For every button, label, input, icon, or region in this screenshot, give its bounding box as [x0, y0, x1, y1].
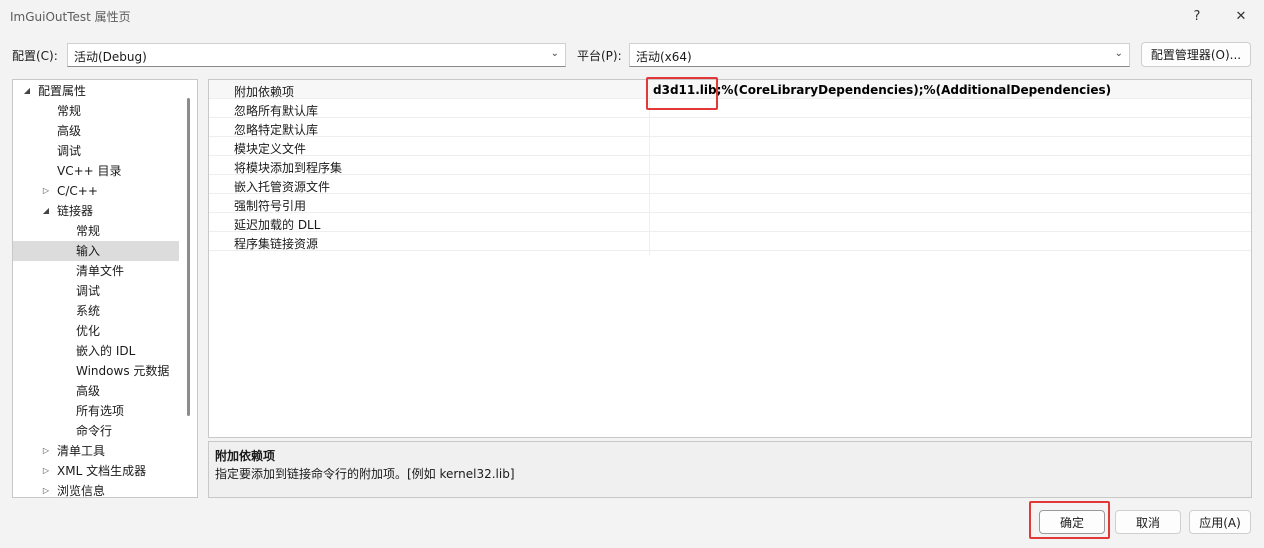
- grid-row[interactable]: 模块定义文件: [209, 137, 1251, 156]
- tree-item-label: 链接器: [57, 204, 94, 218]
- chevron-down-icon: ⌄: [550, 48, 559, 59]
- tree-item-optimization[interactable]: 优化: [13, 321, 179, 341]
- tree-item-label: 配置属性: [38, 84, 87, 98]
- grid-row[interactable]: 忽略特定默认库: [209, 118, 1251, 137]
- property-grid[interactable]: 附加依赖项 d3d11.lib;%(CoreLibraryDependencie…: [208, 79, 1252, 438]
- tree-item-label: 浏览信息: [57, 484, 106, 498]
- config-select[interactable]: 活动(Debug) ⌄: [67, 43, 566, 67]
- tree-item-label: 调试: [76, 284, 101, 298]
- tree-item-general[interactable]: 常规: [13, 101, 179, 121]
- tree-item-linker[interactable]: ◢ 链接器: [13, 201, 179, 221]
- tree-item-vc-directories[interactable]: VC++ 目录: [13, 161, 179, 181]
- tree-item-linker-general[interactable]: 常规: [13, 221, 179, 241]
- tree-item-browse-info[interactable]: ▷ 浏览信息: [13, 481, 179, 498]
- platform-select-value: 活动(x64): [636, 50, 692, 64]
- grid-row-additional-dependencies[interactable]: 附加依赖项 d3d11.lib;%(CoreLibraryDependencie…: [209, 80, 1251, 99]
- chevron-down-icon: ⌄: [1114, 48, 1123, 59]
- cancel-button[interactable]: 取消: [1115, 510, 1181, 534]
- tree-item-linker-advanced[interactable]: 高级: [13, 381, 179, 401]
- tree-item-system[interactable]: 系统: [13, 301, 179, 321]
- cancel-label: 取消: [1135, 515, 1160, 530]
- grid-row[interactable]: 强制符号引用: [209, 194, 1251, 213]
- expanded-arrow-icon[interactable]: ◢: [41, 201, 51, 221]
- property-name: 附加依赖项: [234, 85, 295, 99]
- tree-item-manifest-tool[interactable]: ▷ 清单工具: [13, 441, 179, 461]
- tree-item-label: 清单文件: [76, 264, 125, 278]
- config-label: 配置(C):: [12, 49, 58, 63]
- description-text: 指定要添加到链接命令行的附加项。[例如 kernel32.lib]: [215, 467, 515, 481]
- tree-item-label: 调试: [57, 144, 82, 158]
- tree-item-label: 优化: [76, 324, 101, 338]
- tree-item-config-properties[interactable]: ◢ 配置属性: [13, 81, 179, 101]
- tree-item-label: 系统: [76, 304, 101, 318]
- tree-item-label: C/C++: [57, 184, 98, 198]
- grid-row[interactable]: 嵌入托管资源文件: [209, 175, 1251, 194]
- tree-item-command-line[interactable]: 命令行: [13, 421, 179, 441]
- tree-item-linker-debugging[interactable]: 调试: [13, 281, 179, 301]
- description-panel: 附加依赖项 指定要添加到链接命令行的附加项。[例如 kernel32.lib]: [208, 441, 1252, 498]
- property-name: 程序集链接资源: [234, 237, 319, 251]
- tree-item-label: 高级: [57, 124, 82, 138]
- tree-item-label: 高级: [76, 384, 101, 398]
- property-name: 忽略所有默认库: [234, 104, 319, 118]
- help-button[interactable]: ?: [1182, 4, 1212, 28]
- help-icon: ?: [1193, 8, 1201, 24]
- grid-row[interactable]: 忽略所有默认库: [209, 99, 1251, 118]
- tree-item-label: VC++ 目录: [57, 164, 122, 178]
- property-value[interactable]: d3d11.lib;%(CoreLibraryDependencies);%(A…: [653, 83, 1111, 97]
- ok-label: 确定: [1059, 515, 1084, 530]
- collapsed-arrow-icon[interactable]: ▷: [41, 441, 51, 461]
- property-name: 延迟加载的 DLL: [234, 218, 321, 232]
- close-icon: ✕: [1235, 8, 1247, 24]
- apply-button[interactable]: 应用(A): [1189, 510, 1251, 534]
- config-manager-label: 配置管理器(O)...: [1150, 48, 1242, 62]
- tree-item-label: XML 文档生成器: [57, 464, 147, 478]
- tree-item-linker-input[interactable]: 输入: [13, 241, 179, 261]
- property-name: 将模块添加到程序集: [234, 161, 343, 175]
- grid-row[interactable]: 将模块添加到程序集: [209, 156, 1251, 175]
- property-name: 忽略特定默认库: [234, 123, 319, 137]
- config-select-value: 活动(Debug): [74, 50, 147, 64]
- tree-item-xml-doc-generator[interactable]: ▷ XML 文档生成器: [13, 461, 179, 481]
- config-manager-button[interactable]: 配置管理器(O)...: [1141, 42, 1251, 67]
- tree-item-label: Windows 元数据: [76, 364, 170, 378]
- platform-label: 平台(P):: [577, 49, 622, 63]
- tree-item-embedded-idl[interactable]: 嵌入的 IDL: [13, 341, 179, 361]
- collapsed-arrow-icon[interactable]: ▷: [41, 461, 51, 481]
- tree-item-all-options[interactable]: 所有选项: [13, 401, 179, 421]
- title-bar: ImGuiOutTest 属性页 ? ✕: [0, 0, 1264, 32]
- property-tree[interactable]: ◢ 配置属性 常规 高级 调试 VC++ 目录 ▷ C/C++ ◢ 链接器 常规…: [12, 79, 198, 498]
- grid-row[interactable]: 延迟加载的 DLL: [209, 213, 1251, 232]
- property-name: 模块定义文件: [234, 142, 307, 156]
- collapsed-arrow-icon[interactable]: ▷: [41, 181, 51, 201]
- tree-item-label: 所有选项: [76, 404, 125, 418]
- expanded-arrow-icon[interactable]: ◢: [22, 81, 32, 101]
- close-button[interactable]: ✕: [1226, 4, 1256, 28]
- tree-scrollbar[interactable]: [187, 98, 190, 416]
- window-title: ImGuiOutTest 属性页: [10, 10, 131, 24]
- tree-item-label: 常规: [76, 224, 101, 238]
- grid-row[interactable]: 程序集链接资源: [209, 232, 1251, 251]
- tree-item-label: 嵌入的 IDL: [76, 344, 136, 358]
- collapsed-arrow-icon[interactable]: ▷: [41, 481, 51, 497]
- description-title: 附加依赖项: [215, 449, 276, 463]
- ok-button[interactable]: 确定: [1039, 510, 1105, 534]
- tree-item-manifest-file[interactable]: 清单文件: [13, 261, 179, 281]
- tree-item-label: 常规: [57, 104, 82, 118]
- tree-item-debugging[interactable]: 调试: [13, 141, 179, 161]
- property-name: 嵌入托管资源文件: [234, 180, 331, 194]
- tree-item-windows-metadata[interactable]: Windows 元数据: [13, 361, 179, 381]
- tree-item-label: 清单工具: [57, 444, 106, 458]
- platform-select[interactable]: 活动(x64) ⌄: [629, 43, 1130, 67]
- apply-label: 应用(A): [1199, 515, 1241, 530]
- tree-item-label: 命令行: [76, 424, 113, 438]
- property-name: 强制符号引用: [234, 199, 307, 213]
- tree-item-label: 输入: [76, 244, 101, 258]
- tree-item-advanced[interactable]: 高级: [13, 121, 179, 141]
- tree-item-c-cpp[interactable]: ▷ C/C++: [13, 181, 179, 201]
